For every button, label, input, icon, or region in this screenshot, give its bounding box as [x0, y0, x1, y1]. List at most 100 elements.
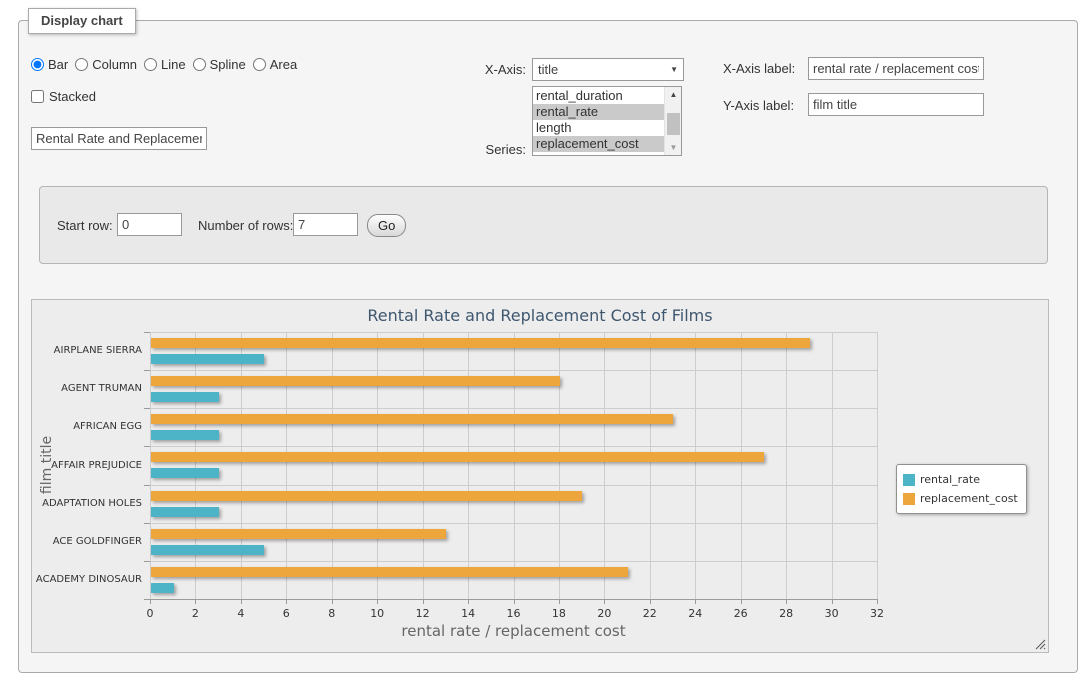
- gridline-vertical: [195, 332, 196, 599]
- gridline-vertical: [377, 332, 378, 599]
- bar-rental_rate[interactable]: [151, 354, 264, 364]
- series-listbox[interactable]: rental_durationrental_ratelengthreplacem…: [532, 86, 682, 156]
- bar-replacement_cost[interactable]: [151, 529, 446, 539]
- series-listbox-label: Series:: [439, 142, 526, 157]
- chart-type-column: Column: [75, 57, 137, 72]
- gridline-vertical: [877, 332, 878, 599]
- gridline-horizontal: [150, 332, 877, 333]
- x-axis-tick-label: 6: [271, 607, 301, 620]
- category-label: ACADEMY DINOSAUR: [32, 575, 142, 585]
- category-label: AIRPLANE SIERRA: [32, 346, 142, 356]
- chart-type-line: Line: [144, 57, 186, 72]
- legend-item-replacement_cost[interactable]: replacement_cost: [903, 489, 1018, 508]
- series-options: rental_durationrental_ratelengthreplacem…: [533, 88, 664, 152]
- gridline-horizontal: [150, 370, 877, 371]
- x-axis-tick: [286, 600, 287, 604]
- bar-replacement_cost[interactable]: [151, 338, 810, 348]
- stacked-checkbox[interactable]: [31, 90, 44, 103]
- resize-handle[interactable]: [1034, 638, 1046, 650]
- x-axis-tick: [468, 600, 469, 604]
- stacked-row: Stacked: [31, 89, 96, 104]
- y-axis-tick: [144, 485, 150, 486]
- series-option-rental_duration[interactable]: rental_duration: [533, 88, 664, 104]
- x-axis-tick-label: 8: [317, 607, 347, 620]
- x-axis-tick: [695, 600, 696, 604]
- gridline-horizontal: [150, 446, 877, 447]
- chart-legend: rental_ratereplacement_cost: [896, 464, 1027, 514]
- scroll-down-icon[interactable]: ▼: [665, 140, 682, 155]
- display-chart-fieldset: BarColumnLineSplineArea Stacked X-Axis: …: [18, 20, 1078, 673]
- gridline-vertical: [650, 332, 651, 599]
- gridline-vertical: [695, 332, 696, 599]
- x-axis-tick-label: 4: [226, 607, 256, 620]
- gridline-horizontal: [150, 561, 877, 562]
- gridline-horizontal: [150, 408, 877, 409]
- x-axis-tick: [604, 600, 605, 604]
- x-axis-tick-label: 14: [453, 607, 483, 620]
- stacked-label: Stacked: [49, 89, 96, 104]
- chart-title-input[interactable]: [31, 127, 207, 150]
- gridline-vertical: [150, 332, 151, 599]
- bar-rental_rate[interactable]: [151, 545, 264, 555]
- x-axis-tick-label: 16: [499, 607, 529, 620]
- bar-replacement_cost[interactable]: [151, 491, 582, 501]
- x-axis-select[interactable]: title ▼: [532, 58, 684, 81]
- x-axis-tick-label: 10: [362, 607, 392, 620]
- number-of-rows-input[interactable]: [293, 213, 358, 236]
- x-axis-tick: [332, 600, 333, 604]
- x-axis-tick: [423, 600, 424, 604]
- legend-item-rental_rate[interactable]: rental_rate: [903, 470, 1018, 489]
- go-button[interactable]: Go: [367, 214, 406, 237]
- series-option-length[interactable]: length: [533, 120, 664, 136]
- series-option-replacement_cost[interactable]: replacement_cost: [533, 136, 664, 152]
- series-option-rental_rate[interactable]: rental_rate: [533, 104, 664, 120]
- resize-grip-icon: [1034, 638, 1046, 650]
- chart-type-radio-column[interactable]: [75, 58, 88, 71]
- y-axis-label-label: Y-Axis label:: [723, 98, 794, 113]
- x-axis-label-input[interactable]: [808, 57, 984, 80]
- x-axis-tick-label: 18: [544, 607, 574, 620]
- page: Display chart BarColumnLineSplineArea St…: [0, 0, 1081, 681]
- gridline-vertical: [332, 332, 333, 599]
- bar-replacement_cost[interactable]: [151, 452, 764, 462]
- bar-replacement_cost[interactable]: [151, 376, 560, 386]
- bar-rental_rate[interactable]: [151, 507, 219, 517]
- number-of-rows-label: Number of rows:: [198, 218, 293, 233]
- y-axis-label-input[interactable]: [808, 93, 984, 116]
- x-axis-tick-label: 0: [135, 607, 165, 620]
- x-axis-tick-label: 22: [635, 607, 665, 620]
- x-axis-select-value: title: [538, 62, 670, 77]
- bar-replacement_cost[interactable]: [151, 567, 628, 577]
- bar-replacement_cost[interactable]: [151, 414, 673, 424]
- gridline-vertical: [286, 332, 287, 599]
- chart-type-label: Column: [92, 57, 137, 72]
- gridline-vertical: [514, 332, 515, 599]
- start-row-input[interactable]: [117, 213, 182, 236]
- chart-type-radio-bar[interactable]: [31, 58, 44, 71]
- gridline-vertical: [423, 332, 424, 599]
- x-axis-tick-label: 2: [180, 607, 210, 620]
- bar-rental_rate[interactable]: [151, 430, 219, 440]
- chart-title: Rental Rate and Replacement Cost of Film…: [32, 306, 1048, 325]
- chart-type-radio-area[interactable]: [253, 58, 266, 71]
- scroll-up-icon[interactable]: ▲: [665, 87, 682, 102]
- x-axis-tick: [241, 600, 242, 604]
- x-axis-title: rental rate / replacement cost: [150, 622, 877, 640]
- legend-swatch-icon: [903, 493, 915, 505]
- plot-area: AIRPLANE SIERRAAGENT TRUMANAFRICAN EGGAF…: [150, 332, 877, 599]
- legend-swatch-icon: [903, 474, 915, 486]
- gridline-horizontal: [150, 523, 877, 524]
- chart-type-radio-spline[interactable]: [193, 58, 206, 71]
- bar-rental_rate[interactable]: [151, 583, 174, 593]
- chart-type-label: Area: [270, 57, 297, 72]
- x-axis-tick: [741, 600, 742, 604]
- x-axis-tick-label: 28: [771, 607, 801, 620]
- bar-rental_rate[interactable]: [151, 392, 219, 402]
- bar-rental_rate[interactable]: [151, 468, 219, 478]
- chart-type-radio-line[interactable]: [144, 58, 157, 71]
- chart-type-radio-group: BarColumnLineSplineArea: [31, 57, 304, 72]
- gridline-vertical: [741, 332, 742, 599]
- listbox-scrollbar[interactable]: ▲ ▼: [664, 87, 681, 155]
- scrollbar-thumb[interactable]: [667, 113, 680, 135]
- x-axis-tick: [377, 600, 378, 604]
